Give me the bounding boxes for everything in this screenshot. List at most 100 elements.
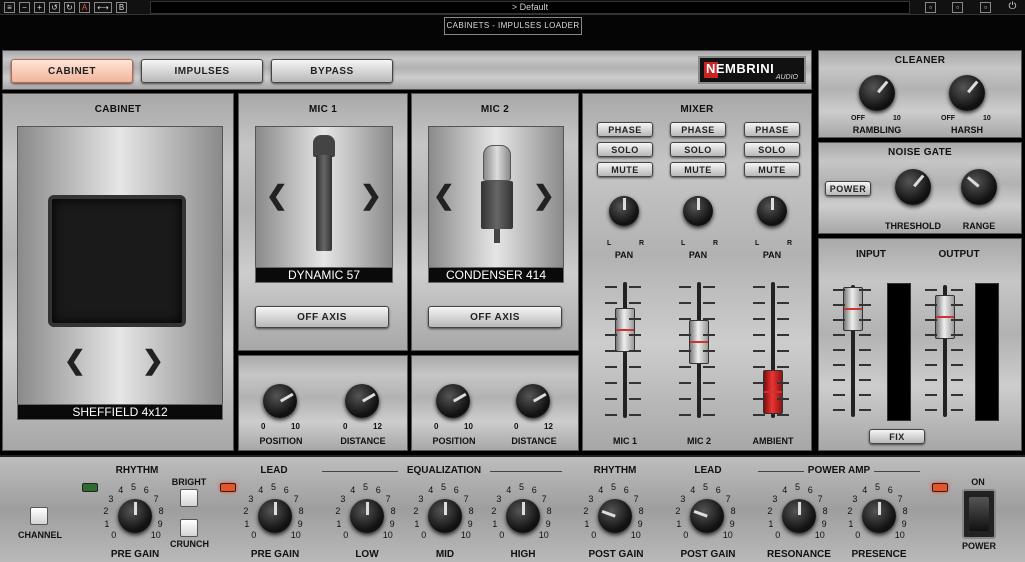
rhythm-pre-gain-knob[interactable]: [118, 499, 152, 533]
mic1-phase-button[interactable]: PHASE: [597, 122, 653, 137]
tab-bypass[interactable]: BYPASS: [271, 59, 393, 83]
knob-scale-number: 4: [598, 485, 604, 496]
mid-knob[interactable]: [428, 499, 462, 533]
channel-switch[interactable]: [30, 507, 48, 525]
mic1-solo-button[interactable]: SOLO: [597, 142, 653, 157]
fader-tick: [951, 319, 963, 321]
undo-icon[interactable]: ↺: [49, 2, 60, 13]
minus-icon[interactable]: −: [19, 2, 30, 13]
knob-scale-number: 10: [460, 529, 471, 540]
a-slot-icon[interactable]: A: [79, 2, 90, 13]
cabinet-next-arrow[interactable]: ❯: [142, 347, 164, 373]
mic2-pan-label: PAN: [688, 250, 708, 260]
save-icon[interactable]: ▫: [925, 2, 936, 13]
presence-label: PRESENCE: [851, 549, 907, 560]
plus-icon[interactable]: +: [34, 2, 45, 13]
mic1-next-arrow[interactable]: ❯: [360, 182, 382, 208]
power-icon[interactable]: ⏻: [1007, 2, 1018, 13]
redo-icon[interactable]: ↻: [64, 2, 75, 13]
bright-label: BRIGHT: [171, 477, 207, 487]
rambling-knob[interactable]: [859, 75, 895, 111]
range-label: RANGE: [962, 221, 996, 231]
tab-cabinet[interactable]: CABINET: [11, 59, 133, 83]
fader-tick: [777, 286, 789, 288]
input-fader[interactable]: [843, 287, 863, 331]
io-panel: INPUT OUTPUT FIX: [818, 238, 1022, 451]
mic2-pan-knob[interactable]: [683, 196, 713, 226]
cabinet-name: SHEFFIELD 4x12: [17, 404, 223, 420]
ambient-solo-button[interactable]: SOLO: [744, 142, 800, 157]
crunch-switch[interactable]: [180, 519, 198, 537]
mic1-title: MIC 1: [308, 104, 338, 115]
knob-scale-number: 2: [675, 505, 681, 516]
mic1-distance-knob[interactable]: [345, 384, 379, 418]
ambient-phase-button[interactable]: PHASE: [744, 122, 800, 137]
mic2-off-axis-button[interactable]: OFF AXIS: [428, 306, 562, 328]
preset-display[interactable]: > Default: [150, 1, 910, 14]
knob-scale-number: 0: [343, 529, 349, 540]
bright-switch[interactable]: [180, 489, 198, 507]
power-amp-line-left: [758, 471, 804, 472]
crunch-label: CRUNCH: [170, 539, 209, 549]
knob-scale-number: 2: [335, 505, 341, 516]
knob-scale-number: 3: [340, 493, 346, 504]
mic1-off-axis-button[interactable]: OFF AXIS: [255, 306, 389, 328]
ambient-pan-knob[interactable]: [757, 196, 787, 226]
save-as-icon[interactable]: ▫: [952, 2, 963, 13]
lead-post-gain-knob[interactable]: [690, 499, 724, 533]
delete-icon[interactable]: ▫: [980, 2, 991, 13]
mic1-mute-button[interactable]: MUTE: [597, 162, 653, 177]
fader-tick: [925, 364, 937, 366]
range-knob[interactable]: [961, 169, 997, 205]
mic2-solo-button[interactable]: SOLO: [670, 142, 726, 157]
tab-impulses-label: IMPULSES: [174, 65, 230, 77]
mic1-phase-label: PHASE: [608, 124, 642, 135]
menu-icon[interactable]: ≡: [4, 2, 15, 13]
tab-impulses[interactable]: IMPULSES: [141, 59, 263, 83]
ambient-channel-label: AMBIENT: [752, 436, 794, 446]
knob-scale-number: 9: [901, 518, 907, 529]
lead-pre-gain-knob[interactable]: [258, 499, 292, 533]
knob-scale-number: 10: [382, 529, 393, 540]
mic1-fader[interactable]: [615, 308, 635, 352]
mic2-distance-knob[interactable]: [516, 384, 550, 418]
output-fader[interactable]: [935, 295, 955, 339]
high-knob[interactable]: [506, 499, 540, 533]
cabinet-prev-arrow[interactable]: ❮: [64, 347, 86, 373]
presence-knob[interactable]: [862, 499, 896, 533]
threshold-knob[interactable]: [895, 169, 931, 205]
resonance-knob[interactable]: [782, 499, 816, 533]
rhythm-post-gain-knob[interactable]: [598, 499, 632, 533]
rambling-label: RAMBLING: [852, 125, 902, 135]
mic2-next-arrow[interactable]: ❯: [533, 182, 555, 208]
mic1-position-knob[interactable]: [263, 384, 297, 418]
mic1-prev-arrow[interactable]: ❮: [266, 182, 288, 208]
knob-scale-number: 5: [271, 482, 277, 492]
fader-tick: [679, 398, 691, 400]
knob-scale-number: 1: [768, 518, 774, 529]
fader-tick: [925, 304, 937, 306]
ambient-fader[interactable]: [763, 370, 783, 414]
ambient-mute-button[interactable]: MUTE: [744, 162, 800, 177]
mic2-mute-button[interactable]: MUTE: [670, 162, 726, 177]
low-knob[interactable]: [350, 499, 384, 533]
fader-tick: [753, 366, 765, 368]
swap-icon[interactable]: ⟷: [94, 2, 112, 13]
mic2-position-knob[interactable]: [436, 384, 470, 418]
fader-tick: [703, 414, 715, 416]
mic2-prev-arrow[interactable]: ❮: [433, 182, 455, 208]
noise-gate-power-button[interactable]: POWER: [825, 181, 871, 196]
b-slot-icon[interactable]: B: [116, 2, 127, 13]
fader-tick: [629, 382, 641, 384]
mic1-pan-knob[interactable]: [609, 196, 639, 226]
fader-tick: [777, 366, 789, 368]
mic2-fader[interactable]: [689, 320, 709, 364]
knob-scale-number: 5: [131, 482, 137, 492]
knob-scale-number: 9: [821, 518, 827, 529]
fix-button[interactable]: FIX: [869, 429, 925, 444]
harsh-knob[interactable]: [949, 75, 985, 111]
fader-tick: [605, 302, 617, 304]
mic2-phase-button[interactable]: PHASE: [670, 122, 726, 137]
cabinet-panel: CABINET ❮ ❯ SHEFFIELD 4x12: [2, 93, 234, 451]
power-toggle[interactable]: [962, 489, 996, 539]
